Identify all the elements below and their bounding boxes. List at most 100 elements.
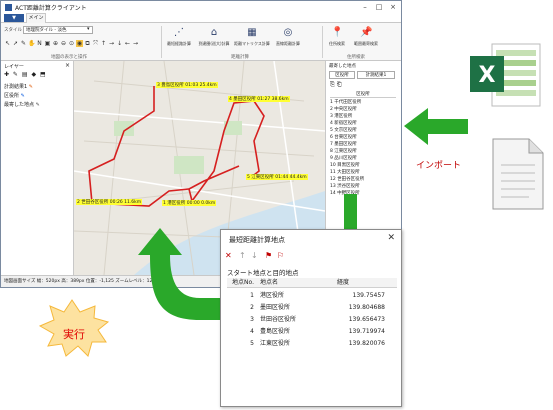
close-icon[interactable]: ✕	[387, 233, 395, 243]
style-select[interactable]: 地理院タイル - 淡色	[23, 26, 93, 34]
title-bar: ACT距離計算クライアント – □ ×	[1, 1, 401, 13]
tab-ward-office[interactable]: 区役所	[329, 71, 355, 79]
select-arrow-icon[interactable]: ↖	[4, 40, 11, 47]
fit-extent-icon[interactable]: ⤧	[92, 40, 99, 47]
pan-left-icon[interactable]: ←	[124, 40, 131, 47]
shortest-route-button[interactable]: ⋰ 最短経路計算	[164, 27, 194, 51]
col-header-lon: 経度	[337, 279, 350, 286]
list-item[interactable]: 2 中央区役所	[330, 106, 357, 112]
map-label: 2 世田谷区役所 00:26 11.6km	[76, 199, 143, 205]
layer-style-icon: ✎	[35, 102, 40, 108]
delete-icon[interactable]: ✕	[225, 251, 232, 261]
zoom-fit-icon[interactable]: ⊙	[68, 40, 75, 47]
list-item[interactable]: 4 新宿区役所	[330, 120, 357, 126]
table-row[interactable]: 4 豊島区役所 139.719974	[227, 326, 397, 337]
tab-main[interactable]: メイン	[26, 13, 46, 23]
cell-lon: 139.75457	[352, 292, 385, 299]
table-row[interactable]: 1 港区役所 139.75457	[227, 290, 397, 301]
capture-icon[interactable]: ⧉	[84, 40, 91, 47]
cell-no: 3	[250, 316, 254, 323]
distance-matrix-button[interactable]: ▦ 距離マトリクス計算	[234, 27, 270, 51]
reach-area-button[interactable]: ⌂ 到達圏(巡大)計算	[197, 27, 231, 51]
nearest-search-button[interactable]: 📌 範囲最寄検索	[351, 27, 381, 51]
layer-row[interactable]: 区役所 ✎	[4, 92, 25, 99]
list-item[interactable]: 7 墨田区役所	[330, 141, 357, 147]
table-row[interactable]: 3 世田谷区役所 139.656473	[227, 314, 397, 325]
straight-distance-label: 直線距離計算	[276, 41, 300, 46]
pan-right2-icon[interactable]: →	[132, 40, 139, 47]
cell-lon: 139.820076	[348, 340, 385, 347]
marker-icon[interactable]: N	[36, 40, 43, 47]
document-icon	[492, 138, 544, 210]
ribbon-separator	[322, 26, 323, 58]
panel-toolbar[interactable]: ⎘ ⎗	[330, 81, 342, 89]
nearest-search-label: 範囲最寄検索	[354, 41, 378, 46]
route-points-dialog: 最短距離計算地点 ✕ ✕ ↑ ↓ ⚑ ⚐ スタート地点と目的地点 地点No. 地…	[220, 229, 402, 407]
dialog-subtitle: スタート地点と目的地点	[227, 269, 299, 277]
layer-row[interactable]: 計測結果1 ✎	[4, 83, 33, 90]
layer-name: 最寄した地点	[4, 102, 35, 108]
maximize-icon[interactable]: □	[372, 1, 386, 13]
group-label-lookup: 住所検索	[347, 55, 365, 60]
close-icon[interactable]: ×	[386, 1, 400, 13]
list-item[interactable]: 14 中野区役所	[330, 190, 360, 196]
list-item[interactable]: 10 目黒区役所	[330, 162, 360, 168]
layer-toggle-icon[interactable]: ◉	[76, 40, 83, 47]
move-down-icon[interactable]: ↓	[251, 251, 258, 261]
pan-up-icon[interactable]: ↑	[100, 40, 107, 47]
zoom-in-icon[interactable]: ⊕	[52, 40, 59, 47]
run-route-icon[interactable]: ⚑	[265, 251, 272, 261]
layer-toolbar[interactable]: ✚ ✎ ▤ ◆ ⬒	[4, 71, 47, 78]
layer-row[interactable]: 最寄した地点 ✎	[4, 101, 40, 108]
area-icon: ⌂	[210, 27, 218, 38]
dialog-title: 最短距離計算地点	[229, 236, 285, 244]
list-item[interactable]: 1 千代田区役所	[330, 99, 361, 105]
address-search-button[interactable]: 📍 住所検索	[326, 27, 348, 51]
list-item[interactable]: 12 世田谷区役所	[330, 176, 364, 182]
chevron-down-icon[interactable]: ▾	[87, 26, 90, 32]
list-item[interactable]: 6 台東区役所	[330, 134, 357, 140]
circle-icon: ◎	[283, 27, 293, 38]
layer-name: 計測結果1	[4, 84, 28, 90]
tab-measure-result[interactable]: 計測結果1	[357, 71, 395, 79]
pan-right-icon[interactable]: →	[108, 40, 115, 47]
zoom-area-icon[interactable]: ▣	[44, 40, 51, 47]
move-up-icon[interactable]: ↑	[239, 251, 246, 261]
minimize-icon[interactable]: –	[358, 1, 372, 13]
ribbon-separator	[161, 26, 162, 58]
ribbon: スタイル 地理院タイル - 淡色 ▾ ↖ ➚ ✎ ✋ N ▣ ⊕ ⊖ ⊙ ◉ ⧉…	[1, 23, 401, 61]
table-row[interactable]: 2 墨田区役所 139.804688	[227, 302, 397, 313]
list-item[interactable]: 5 文京区役所	[330, 127, 357, 133]
layer-style-icon: ✎	[28, 84, 33, 90]
group-label-map: 地図の表示と操作	[51, 55, 87, 60]
list-item[interactable]: 9 品川区役所	[330, 155, 357, 161]
map-label: 4 墨田区役所 01:27 38.6km	[228, 96, 290, 102]
layer-name: 区役所	[4, 93, 20, 99]
result-panel-title: 最寄した地点	[329, 64, 356, 69]
hand-icon[interactable]: ✋	[28, 40, 35, 47]
execute-label: 実行	[63, 328, 85, 341]
grid-icon: ▦	[247, 27, 257, 38]
straight-distance-button[interactable]: ◎ 直線距離計算	[273, 27, 303, 51]
list-item[interactable]: 13 渋谷区役所	[330, 183, 360, 189]
map-label: 3 豊島区役所 01:03 25.4km	[156, 82, 218, 88]
list-item[interactable]: 8 江東区役所	[330, 148, 357, 154]
close-icon[interactable]: ×	[65, 62, 70, 69]
app-icon	[5, 3, 12, 11]
zoom-out-icon[interactable]: ⊖	[60, 40, 67, 47]
cell-lon: 139.719974	[348, 328, 385, 335]
cell-no: 4	[250, 328, 254, 335]
clear-route-icon[interactable]: ⚐	[277, 251, 284, 261]
cell-name: 豊島区役所	[260, 328, 291, 335]
pan-down-icon[interactable]: ↓	[116, 40, 123, 47]
cell-name: 墨田区役所	[260, 304, 291, 311]
file-menu-button[interactable]: ▼	[4, 14, 24, 22]
shortest-route-label: 最短経路計算	[167, 41, 191, 46]
list-item[interactable]: 11 大田区役所	[330, 169, 360, 175]
cell-name: 世田谷区役所	[260, 316, 297, 323]
pointer-icon[interactable]: ➚	[12, 40, 19, 47]
pen-icon[interactable]: ✎	[20, 40, 27, 47]
list-item[interactable]: 3 港区役所	[330, 113, 352, 119]
table-row[interactable]: 5 江東区役所 139.820076	[227, 338, 397, 349]
menu-bar: ▼ メイン	[1, 13, 401, 23]
